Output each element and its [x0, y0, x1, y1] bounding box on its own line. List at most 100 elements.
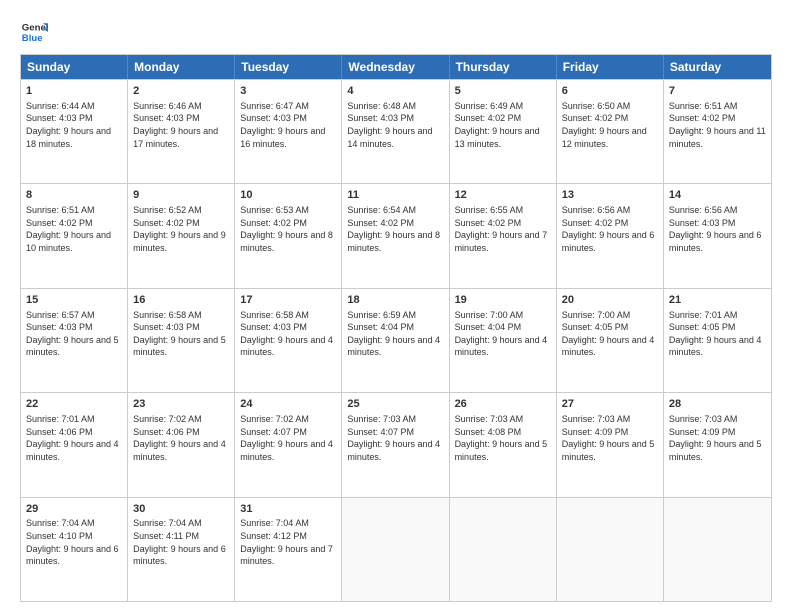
cell-info: Sunrise: 7:03 AM Sunset: 4:08 PM Dayligh…: [455, 413, 551, 463]
cell-info: Sunrise: 6:59 AM Sunset: 4:04 PM Dayligh…: [347, 309, 443, 359]
cell-info: Sunrise: 7:03 AM Sunset: 4:07 PM Dayligh…: [347, 413, 443, 463]
cell-info: Sunrise: 6:48 AM Sunset: 4:03 PM Dayligh…: [347, 100, 443, 150]
day-number: 3: [240, 84, 336, 99]
cell-info: Sunrise: 7:04 AM Sunset: 4:11 PM Dayligh…: [133, 517, 229, 567]
day-number: 13: [562, 188, 658, 203]
day-cell-1: 1Sunrise: 6:44 AM Sunset: 4:03 PM Daylig…: [21, 80, 128, 183]
cell-info: Sunrise: 6:50 AM Sunset: 4:02 PM Dayligh…: [562, 100, 658, 150]
week-row-3: 15Sunrise: 6:57 AM Sunset: 4:03 PM Dayli…: [21, 288, 771, 392]
cell-info: Sunrise: 7:02 AM Sunset: 4:06 PM Dayligh…: [133, 413, 229, 463]
day-number: 1: [26, 84, 122, 99]
day-cell-3: 3Sunrise: 6:47 AM Sunset: 4:03 PM Daylig…: [235, 80, 342, 183]
day-cell-12: 12Sunrise: 6:55 AM Sunset: 4:02 PM Dayli…: [450, 184, 557, 287]
day-cell-26: 26Sunrise: 7:03 AM Sunset: 4:08 PM Dayli…: [450, 393, 557, 496]
day-cell-31: 31Sunrise: 7:04 AM Sunset: 4:12 PM Dayli…: [235, 498, 342, 601]
day-number: 4: [347, 84, 443, 99]
day-cell-27: 27Sunrise: 7:03 AM Sunset: 4:09 PM Dayli…: [557, 393, 664, 496]
day-cell-10: 10Sunrise: 6:53 AM Sunset: 4:02 PM Dayli…: [235, 184, 342, 287]
day-cell-19: 19Sunrise: 7:00 AM Sunset: 4:04 PM Dayli…: [450, 289, 557, 392]
cell-info: Sunrise: 6:56 AM Sunset: 4:02 PM Dayligh…: [562, 204, 658, 254]
day-cell-30: 30Sunrise: 7:04 AM Sunset: 4:11 PM Dayli…: [128, 498, 235, 601]
header-cell-wednesday: Wednesday: [342, 55, 449, 79]
cell-info: Sunrise: 7:01 AM Sunset: 4:05 PM Dayligh…: [669, 309, 766, 359]
cell-info: Sunrise: 6:44 AM Sunset: 4:03 PM Dayligh…: [26, 100, 122, 150]
day-number: 17: [240, 293, 336, 308]
day-number: 18: [347, 293, 443, 308]
day-cell-11: 11Sunrise: 6:54 AM Sunset: 4:02 PM Dayli…: [342, 184, 449, 287]
page: General Blue SundayMondayTuesdayWednesda…: [0, 0, 792, 612]
header-cell-tuesday: Tuesday: [235, 55, 342, 79]
calendar-body: 1Sunrise: 6:44 AM Sunset: 4:03 PM Daylig…: [21, 79, 771, 601]
cell-info: Sunrise: 6:56 AM Sunset: 4:03 PM Dayligh…: [669, 204, 766, 254]
day-number: 19: [455, 293, 551, 308]
cell-info: Sunrise: 6:58 AM Sunset: 4:03 PM Dayligh…: [240, 309, 336, 359]
cell-info: Sunrise: 6:51 AM Sunset: 4:02 PM Dayligh…: [26, 204, 122, 254]
cell-info: Sunrise: 6:58 AM Sunset: 4:03 PM Dayligh…: [133, 309, 229, 359]
week-row-2: 8Sunrise: 6:51 AM Sunset: 4:02 PM Daylig…: [21, 183, 771, 287]
day-number: 27: [562, 397, 658, 412]
cell-info: Sunrise: 7:01 AM Sunset: 4:06 PM Dayligh…: [26, 413, 122, 463]
day-number: 16: [133, 293, 229, 308]
header-cell-thursday: Thursday: [450, 55, 557, 79]
cell-info: Sunrise: 7:04 AM Sunset: 4:10 PM Dayligh…: [26, 517, 122, 567]
cell-info: Sunrise: 6:52 AM Sunset: 4:02 PM Dayligh…: [133, 204, 229, 254]
day-cell-25: 25Sunrise: 7:03 AM Sunset: 4:07 PM Dayli…: [342, 393, 449, 496]
empty-cell: [664, 498, 771, 601]
day-number: 26: [455, 397, 551, 412]
empty-cell: [450, 498, 557, 601]
day-cell-8: 8Sunrise: 6:51 AM Sunset: 4:02 PM Daylig…: [21, 184, 128, 287]
calendar-header: SundayMondayTuesdayWednesdayThursdayFrid…: [21, 55, 771, 79]
day-cell-23: 23Sunrise: 7:02 AM Sunset: 4:06 PM Dayli…: [128, 393, 235, 496]
cell-info: Sunrise: 6:53 AM Sunset: 4:02 PM Dayligh…: [240, 204, 336, 254]
day-number: 7: [669, 84, 766, 99]
cell-info: Sunrise: 6:47 AM Sunset: 4:03 PM Dayligh…: [240, 100, 336, 150]
day-number: 5: [455, 84, 551, 99]
header-cell-saturday: Saturday: [664, 55, 771, 79]
week-row-1: 1Sunrise: 6:44 AM Sunset: 4:03 PM Daylig…: [21, 79, 771, 183]
day-number: 23: [133, 397, 229, 412]
header-cell-sunday: Sunday: [21, 55, 128, 79]
cell-info: Sunrise: 7:00 AM Sunset: 4:04 PM Dayligh…: [455, 309, 551, 359]
cell-info: Sunrise: 6:55 AM Sunset: 4:02 PM Dayligh…: [455, 204, 551, 254]
day-number: 9: [133, 188, 229, 203]
cell-info: Sunrise: 6:51 AM Sunset: 4:02 PM Dayligh…: [669, 100, 766, 150]
week-row-4: 22Sunrise: 7:01 AM Sunset: 4:06 PM Dayli…: [21, 392, 771, 496]
day-cell-9: 9Sunrise: 6:52 AM Sunset: 4:02 PM Daylig…: [128, 184, 235, 287]
calendar: SundayMondayTuesdayWednesdayThursdayFrid…: [20, 54, 772, 602]
day-number: 11: [347, 188, 443, 203]
day-number: 12: [455, 188, 551, 203]
day-cell-20: 20Sunrise: 7:00 AM Sunset: 4:05 PM Dayli…: [557, 289, 664, 392]
header: General Blue: [20, 18, 772, 46]
cell-info: Sunrise: 6:57 AM Sunset: 4:03 PM Dayligh…: [26, 309, 122, 359]
day-number: 21: [669, 293, 766, 308]
day-number: 22: [26, 397, 122, 412]
day-cell-6: 6Sunrise: 6:50 AM Sunset: 4:02 PM Daylig…: [557, 80, 664, 183]
cell-info: Sunrise: 6:49 AM Sunset: 4:02 PM Dayligh…: [455, 100, 551, 150]
day-cell-29: 29Sunrise: 7:04 AM Sunset: 4:10 PM Dayli…: [21, 498, 128, 601]
day-number: 25: [347, 397, 443, 412]
cell-info: Sunrise: 7:03 AM Sunset: 4:09 PM Dayligh…: [669, 413, 766, 463]
empty-cell: [557, 498, 664, 601]
day-cell-21: 21Sunrise: 7:01 AM Sunset: 4:05 PM Dayli…: [664, 289, 771, 392]
day-number: 28: [669, 397, 766, 412]
day-cell-5: 5Sunrise: 6:49 AM Sunset: 4:02 PM Daylig…: [450, 80, 557, 183]
day-cell-18: 18Sunrise: 6:59 AM Sunset: 4:04 PM Dayli…: [342, 289, 449, 392]
day-cell-2: 2Sunrise: 6:46 AM Sunset: 4:03 PM Daylig…: [128, 80, 235, 183]
cell-info: Sunrise: 7:04 AM Sunset: 4:12 PM Dayligh…: [240, 517, 336, 567]
day-cell-15: 15Sunrise: 6:57 AM Sunset: 4:03 PM Dayli…: [21, 289, 128, 392]
day-number: 15: [26, 293, 122, 308]
cell-info: Sunrise: 7:03 AM Sunset: 4:09 PM Dayligh…: [562, 413, 658, 463]
logo-icon: General Blue: [20, 18, 48, 46]
day-number: 24: [240, 397, 336, 412]
svg-text:Blue: Blue: [22, 33, 43, 44]
day-number: 30: [133, 502, 229, 517]
day-number: 20: [562, 293, 658, 308]
day-cell-7: 7Sunrise: 6:51 AM Sunset: 4:02 PM Daylig…: [664, 80, 771, 183]
day-cell-22: 22Sunrise: 7:01 AM Sunset: 4:06 PM Dayli…: [21, 393, 128, 496]
day-cell-28: 28Sunrise: 7:03 AM Sunset: 4:09 PM Dayli…: [664, 393, 771, 496]
week-row-5: 29Sunrise: 7:04 AM Sunset: 4:10 PM Dayli…: [21, 497, 771, 601]
cell-info: Sunrise: 6:54 AM Sunset: 4:02 PM Dayligh…: [347, 204, 443, 254]
cell-info: Sunrise: 7:02 AM Sunset: 4:07 PM Dayligh…: [240, 413, 336, 463]
header-cell-friday: Friday: [557, 55, 664, 79]
cell-info: Sunrise: 6:46 AM Sunset: 4:03 PM Dayligh…: [133, 100, 229, 150]
